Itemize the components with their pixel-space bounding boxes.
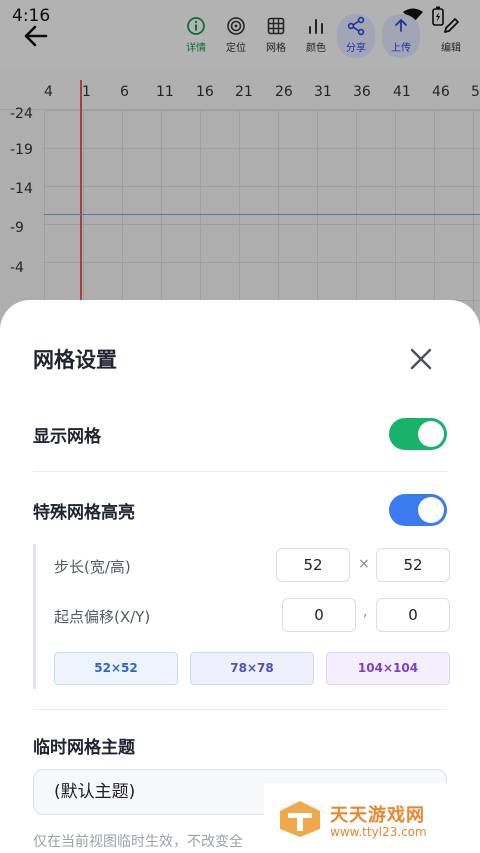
step-separator: × [358,556,370,572]
watermark-title: 天天游戏网 [330,805,425,826]
site-watermark: 天天游戏网 www.ttyl23.com [264,783,480,853]
special-highlight-toggle[interactable] [389,494,447,526]
offset-y-input[interactable]: 0 [376,598,450,632]
theme-label: 临时网格主题 [33,738,135,758]
divider [33,471,447,472]
watermark-url: www.ttyl23.com [330,825,427,839]
special-highlight-label: 特殊网格高亮 [33,503,135,523]
grid-settings-sheet: 网格设置 显示网格 特殊网格高亮 步长(宽/高) 52 × 52 起点偏移(X/… [0,300,480,853]
offset-x-input[interactable]: 0 [282,598,356,632]
preset-104-button[interactable]: 104×104 [326,652,450,685]
step-height-input[interactable]: 52 [376,548,450,582]
step-width-input[interactable]: 52 [276,548,350,582]
toggle-knob [418,497,444,523]
offset-label: 起点偏移(X/Y) [54,608,151,626]
close-icon[interactable] [408,346,434,372]
watermark-logo-icon [280,801,320,837]
offset-separator: , [363,604,368,620]
sheet-title: 网格设置 [33,348,117,372]
show-grid-toggle[interactable] [389,418,447,450]
show-grid-label: 显示网格 [33,427,101,447]
preset-78-button[interactable]: 78×78 [190,652,314,685]
divider [33,709,447,710]
step-label: 步长(宽/高) [54,558,131,576]
highlight-settings: 步长(宽/高) 52 × 52 起点偏移(X/Y) 0 , 0 52×52 78… [33,544,450,689]
toggle-knob [418,421,444,447]
preset-52-button[interactable]: 52×52 [54,652,178,685]
